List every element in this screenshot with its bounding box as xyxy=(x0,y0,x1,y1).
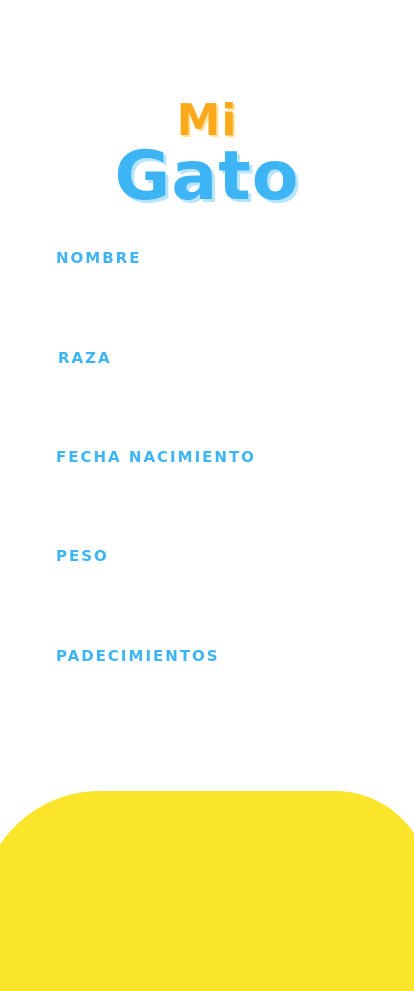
field-peso: PESO xyxy=(0,547,414,637)
field-label-raza: RAZA xyxy=(58,349,112,367)
field-padecimientos: PADECIMIENTOS xyxy=(0,647,414,737)
logo-text-gato: Gato xyxy=(114,137,300,216)
app-logo: Mi Gato xyxy=(0,95,414,211)
field-label-padecimientos: PADECIMIENTOS xyxy=(56,647,220,665)
fecha-nacimiento-input[interactable] xyxy=(56,472,356,512)
field-fecha-nacimiento: FECHA NACIMIENTO xyxy=(0,448,414,538)
field-label-fecha-nacimiento: FECHA NACIMIENTO xyxy=(56,448,256,466)
field-label-peso: PESO xyxy=(56,547,109,565)
raza-input[interactable] xyxy=(56,373,356,413)
footer-wave-shape xyxy=(0,791,414,991)
padecimientos-input[interactable] xyxy=(56,671,356,711)
field-nombre: NOMBRE xyxy=(0,249,414,339)
field-label-nombre: NOMBRE xyxy=(56,249,142,267)
nombre-input[interactable] xyxy=(56,273,356,313)
peso-input[interactable] xyxy=(56,571,356,611)
field-raza: RAZA xyxy=(0,349,414,439)
